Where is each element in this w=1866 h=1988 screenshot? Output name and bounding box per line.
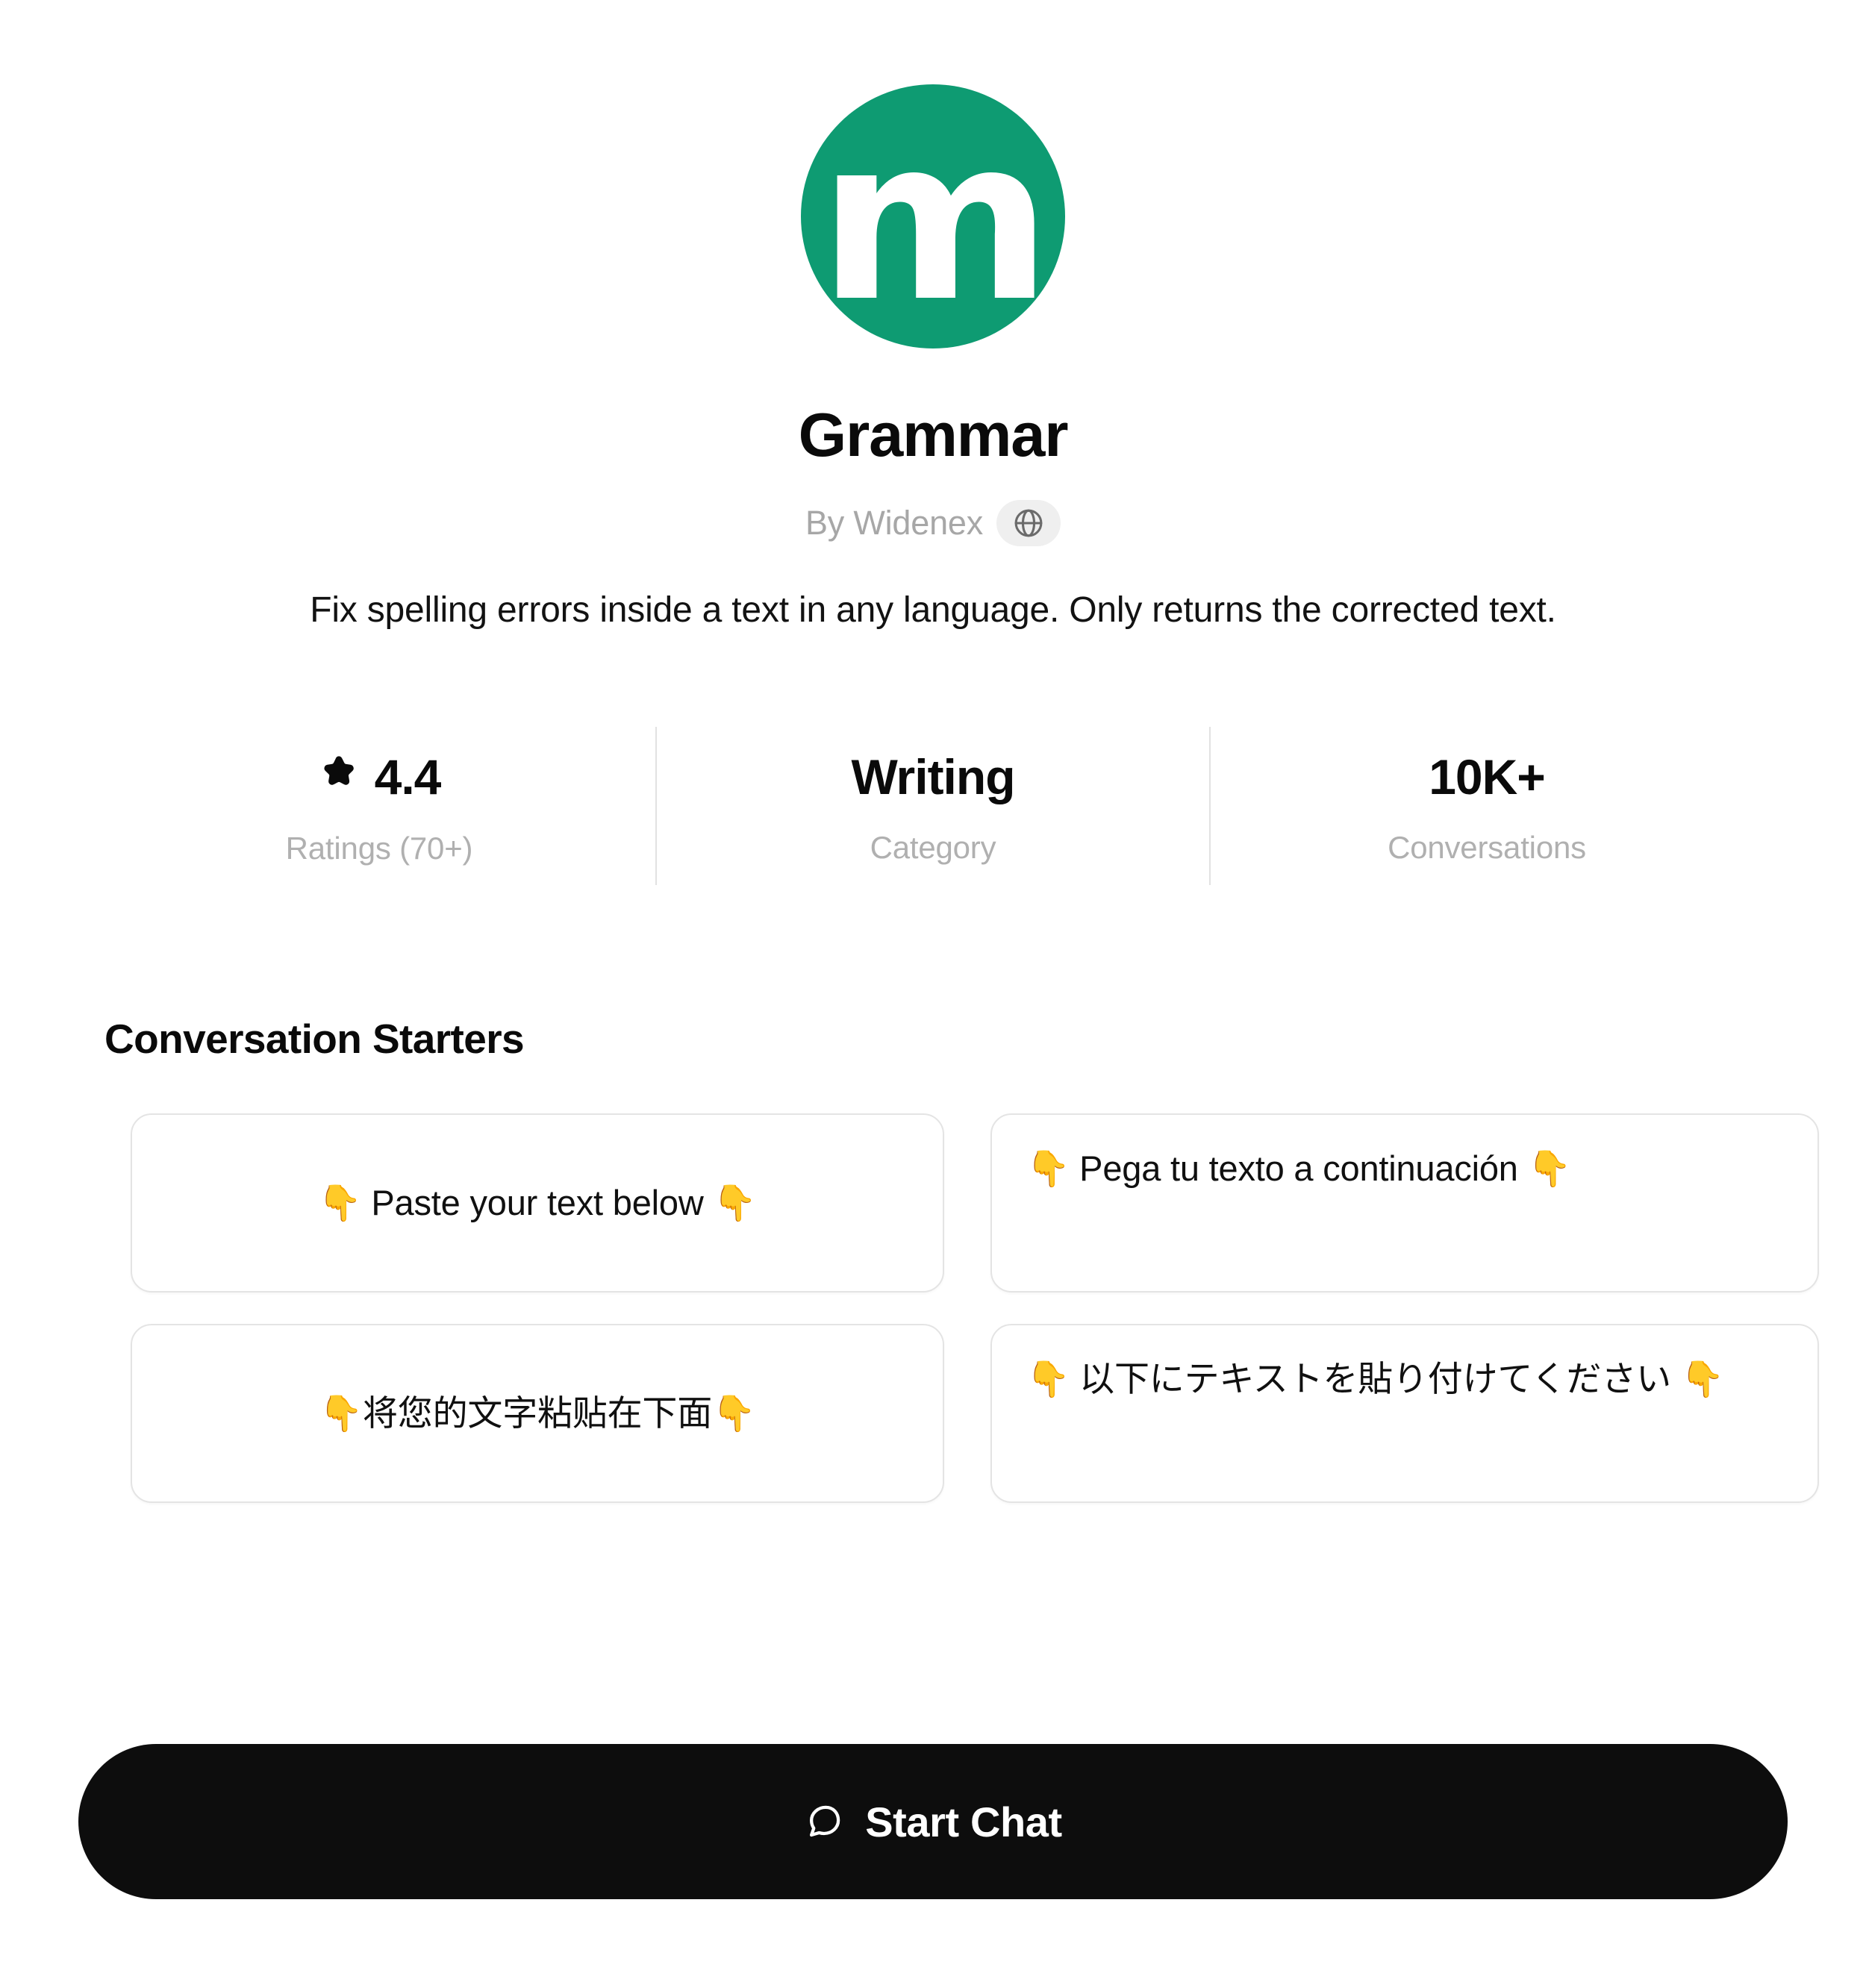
start-chat-button[interactable]: Start Chat: [78, 1744, 1788, 1899]
conversation-starter-card[interactable]: 👇 以下にテキストを貼り付けてください 👇: [990, 1324, 1819, 1504]
stat-ratings-value: 4.4: [318, 748, 441, 807]
page-title: Grammar: [798, 400, 1069, 469]
stats-row: 4.4 Ratings (70+) Writing Category 10K+ …: [0, 727, 1866, 886]
conversation-starters-section: Conversation Starters 👇 Paste your text …: [0, 1015, 1866, 1504]
app-description: Fix spelling errors inside a text in any…: [310, 590, 1556, 631]
stat-ratings-label: Ratings (70+): [285, 831, 473, 866]
conversation-starter-card[interactable]: 👇 Pega tu texto a continuación 👇: [990, 1113, 1819, 1293]
stat-ratings-number: 4.4: [374, 748, 442, 804]
stat-conversations: 10K+ Conversations: [1211, 727, 1763, 885]
byline-author: By Widenex: [805, 504, 984, 543]
app-logo-letter: m: [818, 90, 1052, 351]
byline: By Widenex: [805, 500, 1061, 547]
stat-conversations-value: 10K+: [1429, 748, 1546, 804]
app-header: m Grammar By Widenex Fix spelling errors…: [0, 0, 1866, 634]
stat-category-label: Category: [870, 830, 996, 866]
conversation-starter-text: 👇将您的文字粘贴在下面👇: [319, 1393, 756, 1434]
app-detail-page: m Grammar By Widenex Fix spelling errors…: [0, 0, 1866, 1988]
stat-category-value: Writing: [851, 748, 1015, 804]
globe-icon: [1012, 507, 1045, 540]
conversation-starters-grid: 👇 Paste your text below 👇 👇 Pega tu text…: [131, 1113, 1819, 1504]
start-chat-label: Start Chat: [865, 1798, 1062, 1845]
app-logo: m: [801, 84, 1065, 348]
conversation-starters-heading: Conversation Starters: [104, 1016, 525, 1063]
stat-category: Writing Category: [657, 727, 1209, 885]
conversation-starter-card[interactable]: 👇将您的文字粘贴在下面👇: [131, 1324, 944, 1504]
conversation-starter-text: 👇 Pega tu texto a continuación 👇: [1026, 1148, 1571, 1189]
star-icon: [318, 749, 360, 807]
globe-badge[interactable]: [996, 500, 1061, 547]
chat-bubble-icon: [804, 1801, 844, 1844]
stat-conversations-label: Conversations: [1388, 830, 1586, 866]
conversation-starter-text: 👇 以下にテキストを貼り付けてください 👇: [1026, 1359, 1725, 1399]
stat-ratings: 4.4 Ratings (70+): [103, 727, 655, 885]
conversation-starter-text: 👇 Paste your text below 👇: [318, 1183, 757, 1223]
conversation-starter-card[interactable]: 👇 Paste your text below 👇: [131, 1113, 944, 1293]
